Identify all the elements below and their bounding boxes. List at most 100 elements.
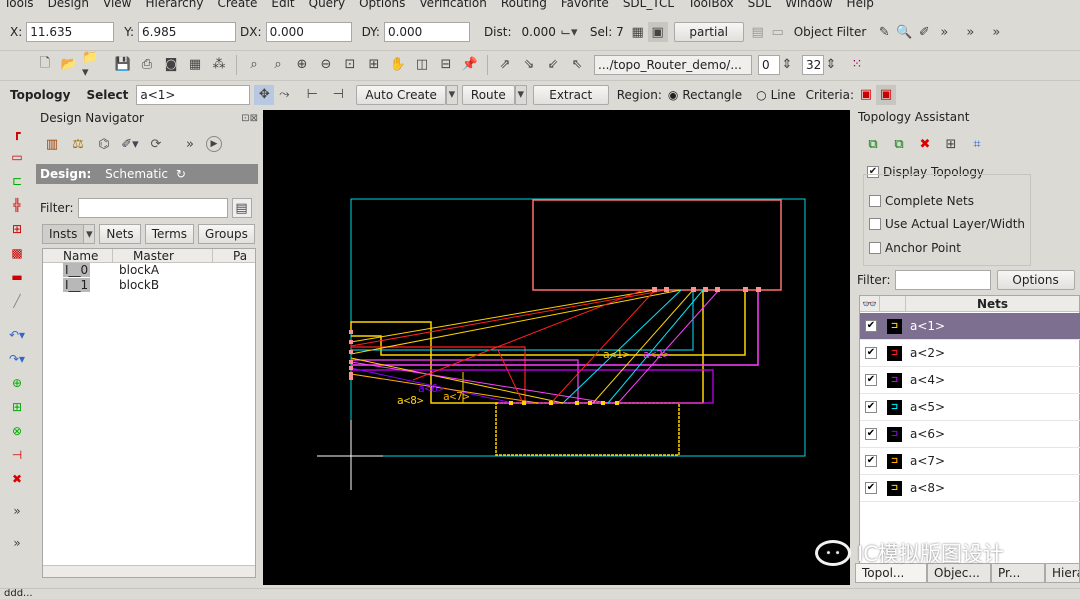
- block-a-instance[interactable]: [532, 199, 782, 291]
- nets-col-header[interactable]: Nets: [906, 296, 1079, 311]
- more-tools-chevron-icon-2[interactable]: »: [6, 534, 28, 552]
- use-actual-checkbox-icon[interactable]: [869, 218, 881, 230]
- net-row-a2[interactable]: ✔ ⊐ a<2>: [860, 340, 1080, 367]
- partial-select-icon[interactable]: ▣: [647, 22, 668, 42]
- chop-icon[interactable]: ⊣: [6, 446, 28, 464]
- net-row-a7[interactable]: ✔ ⊐ a<7>: [860, 448, 1080, 475]
- ruler-icon[interactable]: ╱: [6, 292, 28, 310]
- stretch-icon[interactable]: ⊗: [6, 422, 28, 440]
- navigator-horizontal-scrollbar[interactable]: [43, 565, 255, 577]
- topology-branch-icon[interactable]: ⊢: [302, 85, 322, 105]
- route-dropdown-icon[interactable]: ▾: [514, 84, 527, 105]
- menu-view[interactable]: View: [103, 0, 131, 13]
- more-chevron-icon-3[interactable]: »: [986, 22, 1006, 42]
- menu-favorite[interactable]: Favorite: [561, 0, 609, 13]
- net-visible-checkbox-icon[interactable]: ✔: [865, 428, 877, 440]
- net-row-a5[interactable]: ✔ ⊐ a<5>: [860, 394, 1080, 421]
- col-name[interactable]: Name: [43, 249, 113, 263]
- visibility-col-icon[interactable]: 👓: [860, 296, 880, 311]
- dx-field[interactable]: 0.000: [265, 22, 352, 42]
- create-pin-icon[interactable]: ▩: [6, 244, 28, 262]
- net-a5-topology[interactable]: [351, 290, 694, 351]
- zoom-fit-icon[interactable]: ⌕: [243, 55, 265, 75]
- cell-path-field[interactable]: .../topo_Router_demo/...: [594, 54, 752, 75]
- net-visible-checkbox-icon[interactable]: ✔: [865, 401, 877, 413]
- hierarchy-return-icon[interactable]: ⇙: [542, 55, 564, 75]
- highlight-icon[interactable]: ✐: [914, 22, 934, 42]
- move-icon[interactable]: ⊕: [6, 374, 28, 392]
- level-start-field[interactable]: 0: [758, 54, 780, 75]
- select-target-icon[interactable]: ✥: [254, 84, 275, 105]
- zoom-selection-icon[interactable]: ⊞: [363, 55, 385, 75]
- net-visible-checkbox-icon[interactable]: ✔: [865, 320, 877, 332]
- hierarchy-descend-icon[interactable]: ⇘: [518, 55, 540, 75]
- anchor-point-row[interactable]: Anchor Point: [869, 241, 961, 255]
- table-row[interactable]: I__0 blockA: [43, 263, 255, 278]
- anchor-point-checkbox-icon[interactable]: [869, 242, 881, 254]
- new-file-icon[interactable]: 🗋: [34, 55, 56, 75]
- auto-create-button[interactable]: Auto Create: [356, 84, 446, 105]
- complete-nets-checkbox-icon[interactable]: [869, 195, 881, 207]
- menu-verification[interactable]: Verification: [419, 0, 486, 13]
- auto-create-dropdown-icon[interactable]: ▾: [445, 84, 458, 105]
- menu-help[interactable]: Help: [847, 0, 874, 13]
- menu-sdl[interactable]: SDL: [748, 0, 772, 13]
- net-row-a8[interactable]: ✔ ⊐ a<8>: [860, 475, 1080, 502]
- assistant-delete-icon[interactable]: ✖: [915, 134, 935, 154]
- dy-field[interactable]: 0.000: [383, 22, 470, 42]
- tab-terms[interactable]: Terms: [144, 224, 195, 244]
- tab-nets[interactable]: Nets: [99, 224, 141, 244]
- undo-icon[interactable]: ↶▾: [6, 326, 28, 344]
- net-row-a6[interactable]: ✔ ⊐ a<6>: [860, 421, 1080, 448]
- network-icon[interactable]: ⌬: [94, 134, 114, 154]
- balance-icon[interactable]: ⚖: [68, 134, 88, 154]
- tab-groups[interactable]: Groups: [198, 224, 255, 244]
- assistant-copy-icon[interactable]: ⧉: [889, 134, 909, 154]
- refresh-icon[interactable]: ↻: [176, 167, 186, 181]
- level-start-spinner-icon[interactable]: ⇕: [782, 55, 793, 75]
- partial-button[interactable]: partial: [673, 22, 744, 42]
- navigator-play-icon[interactable]: ▶: [206, 136, 222, 152]
- menu-query[interactable]: Query: [309, 0, 345, 13]
- selection-set-icon[interactable]: ▦: [628, 22, 648, 42]
- tab-insts[interactable]: Insts: [42, 224, 85, 244]
- menu-tools[interactable]: Tools: [4, 0, 34, 13]
- net-visible-checkbox-icon[interactable]: ✔: [865, 347, 877, 359]
- copy-icon[interactable]: ⊞: [6, 398, 28, 416]
- zoom-2x-icon[interactable]: ⌕: [267, 55, 289, 75]
- x-field[interactable]: 11.635: [26, 22, 115, 42]
- sync-icon[interactable]: ⟳: [146, 134, 166, 154]
- col-master[interactable]: Master: [113, 249, 213, 263]
- menu-routing[interactable]: Routing: [501, 0, 547, 13]
- menu-design[interactable]: Design: [48, 0, 89, 13]
- use-actual-row[interactable]: Use Actual Layer/Width: [869, 217, 1025, 231]
- calculator-icon[interactable]: ▦: [184, 55, 206, 75]
- menu-toolbox[interactable]: ToolBox: [688, 0, 734, 13]
- delete-icon[interactable]: ✖: [6, 470, 28, 488]
- select-path-icon[interactable]: ⤳: [274, 85, 294, 105]
- net-visible-checkbox-icon[interactable]: ✔: [865, 374, 877, 386]
- navigator-filter-input[interactable]: [77, 198, 228, 218]
- pin-marker-icon[interactable]: 📌: [459, 55, 481, 75]
- camera-icon[interactable]: ◙: [160, 55, 182, 75]
- menu-hierarchy[interactable]: Hierarchy: [145, 0, 203, 13]
- create-rect-icon[interactable]: ▭: [6, 148, 28, 166]
- nodes-icon[interactable]: ⁂: [208, 55, 230, 75]
- snap-mode-icon[interactable]: ⌙▾: [556, 22, 582, 42]
- select-net-field[interactable]: a<1>: [136, 84, 251, 105]
- zoom-box-icon[interactable]: ⊡: [339, 55, 361, 75]
- insts-dropdown-icon[interactable]: ▾: [83, 224, 96, 244]
- create-inst-icon[interactable]: ⊞: [6, 220, 28, 238]
- filter-icon-1[interactable]: ▤: [748, 22, 768, 42]
- net-visible-checkbox-icon[interactable]: ✔: [865, 482, 877, 494]
- net-a4-topology-b[interactable]: [351, 290, 759, 366]
- assistant-add-icon[interactable]: ⧉: [863, 134, 883, 154]
- more-chevron-icon-1[interactable]: »: [934, 22, 954, 42]
- criteria-icon-1[interactable]: ▣: [856, 85, 876, 105]
- panel-close-icon[interactable]: ⊡⊠: [241, 113, 258, 124]
- hierarchy-up-icon[interactable]: ⇗: [494, 55, 516, 75]
- rectangle-radio-label[interactable]: Rectangle: [682, 88, 742, 102]
- menu-create[interactable]: Create: [218, 0, 258, 13]
- line-radio-label[interactable]: Line: [771, 88, 796, 102]
- hierarchy-edit-icon[interactable]: ⇖: [566, 55, 588, 75]
